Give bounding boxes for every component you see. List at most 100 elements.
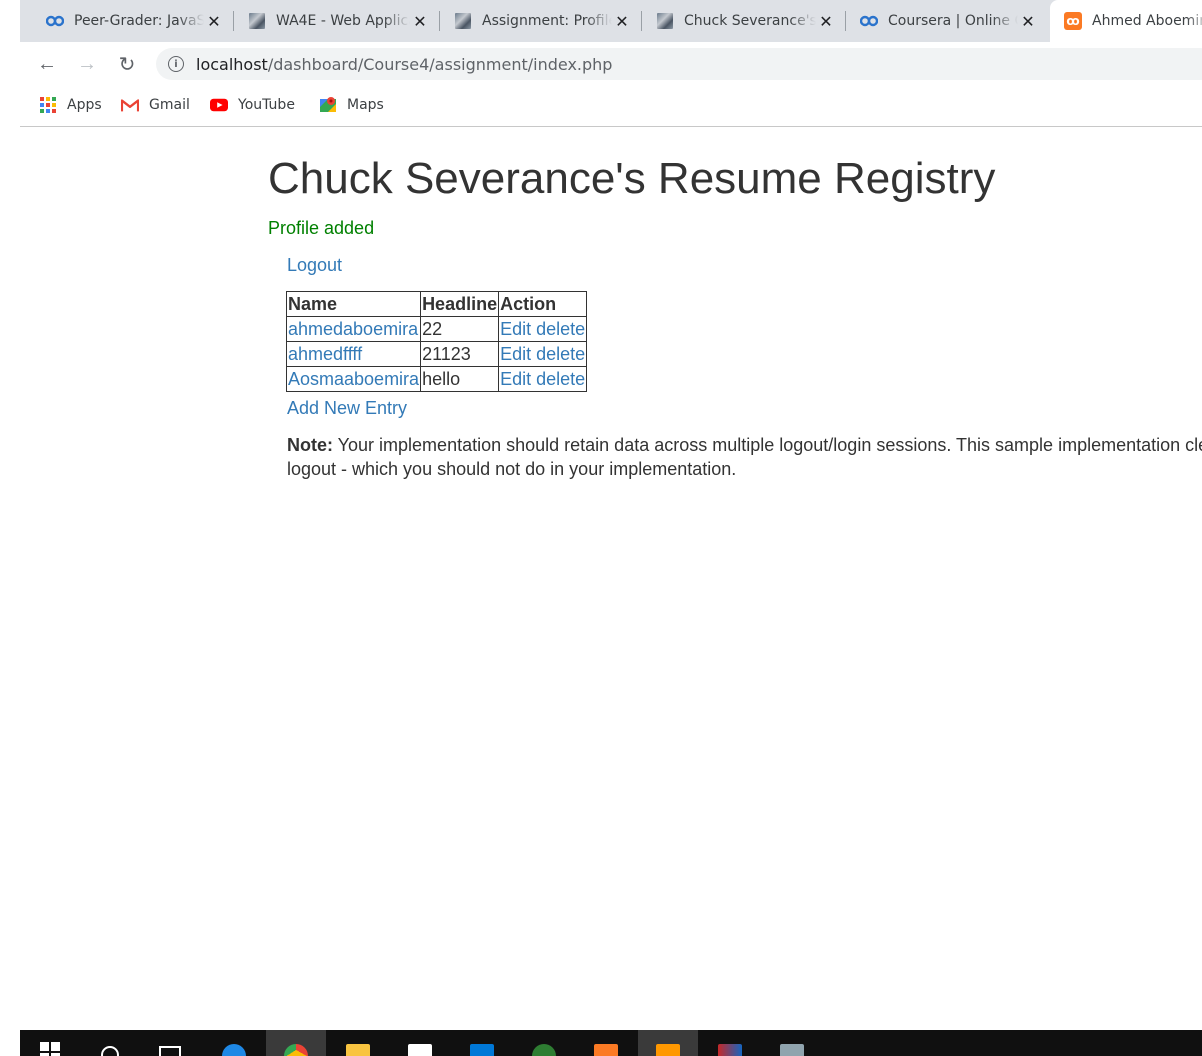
taskbar-edge[interactable] [210,1030,258,1056]
tab-assignment-profiles[interactable]: Assignment: Profiles ✕ [440,0,640,42]
taskbar-store[interactable] [396,1030,444,1056]
table-row: ahmedaboemira 22 Edit delete [285,316,588,342]
app-icon [532,1044,556,1056]
tab-strip: Peer-Grader: JavaScript ✕ WA4E - Web App… [20,0,1202,42]
coursera-icon [860,12,878,30]
task-view-icon [159,1046,181,1056]
arrow-right-icon: → [77,52,97,75]
tab-title: Assignment: Profiles [482,13,612,29]
arrow-left-icon: ← [37,52,57,75]
back-button[interactable]: ← [33,50,61,78]
column-header-name: Name [285,291,422,317]
address-bar[interactable]: i localhost/dashboard/Course4/assignment… [156,48,1202,80]
tab-peer-grader[interactable]: Peer-Grader: JavaScript ✕ [32,0,232,42]
info-icon[interactable]: i [168,56,184,72]
taskbar-mail[interactable] [458,1030,506,1056]
left-margin [0,0,20,1056]
action-cell: Edit delete [498,341,588,367]
taskbar-chrome[interactable] [266,1030,326,1056]
store-icon [408,1044,432,1056]
url-path: /dashboard/Course4/assignment/index.php [267,54,613,74]
bookmark-apps[interactable]: Apps [39,94,102,116]
close-icon[interactable]: ✕ [612,11,632,31]
name-cell: ahmedffff [285,341,422,367]
wa4e-icon [454,12,472,30]
note-paragraph: Note: Your implementation should retain … [287,433,1202,481]
reload-button[interactable]: ↻ [113,50,141,78]
coursera-icon [46,12,64,30]
name-cell: ahmedaboemira [285,316,422,342]
mail-icon [470,1044,494,1056]
flash-message: Profile added [268,218,375,238]
headline-cell: hello [420,366,500,392]
app-icon [780,1044,804,1056]
taskbar-file-explorer[interactable] [334,1030,382,1056]
logout-link[interactable]: Logout [287,254,342,276]
name-cell: Aosmaaboemira [285,366,422,392]
table-row: Aosmaaboemira hello Edit delete [285,366,588,392]
delete-link[interactable]: delete [536,319,585,339]
reload-icon: ↻ [118,53,136,76]
forward-button[interactable]: → [73,50,101,78]
headline-cell: 21123 [420,341,500,367]
tab-title: Peer-Grader: JavaScript [74,13,204,29]
page-title: Chuck Severance's Resume Registry [268,154,996,203]
maps-icon [319,96,337,114]
taskbar-app-3[interactable] [768,1030,816,1056]
taskbar-app-2[interactable] [706,1030,754,1056]
bookmarks-bar: Apps Gmail YouTube Maps [20,88,1202,127]
windows-logo-icon [40,1042,60,1056]
profiles-table: Name Headline Action ahmedaboemira 22 Ed… [285,291,588,392]
search-button[interactable] [90,1030,130,1056]
headline-cell: 22 [420,316,500,342]
taskbar-app[interactable] [520,1030,568,1056]
tab-coursera[interactable]: Coursera | Online Courses ✕ [846,0,1046,42]
bookmark-gmail[interactable]: Gmail [121,94,190,116]
close-icon[interactable]: ✕ [410,11,430,31]
add-new-entry-link[interactable]: Add New Entry [287,397,407,419]
task-view-button[interactable] [150,1030,190,1056]
delete-link[interactable]: delete [536,369,585,389]
url-text: localhost/dashboard/Course4/assignment/i… [196,55,612,74]
close-icon[interactable]: ✕ [816,11,836,31]
profile-link[interactable]: ahmedaboemira [288,319,418,339]
taskbar-xampp[interactable] [582,1030,630,1056]
column-header-action: Action [498,291,588,317]
action-cell: Edit delete [498,316,588,342]
close-icon[interactable]: ✕ [204,11,224,31]
bookmark-label: Gmail [149,97,190,113]
profile-link[interactable]: Aosmaaboemira [288,369,419,389]
delete-link[interactable]: delete [536,344,585,364]
profile-link[interactable]: ahmedffff [288,344,362,364]
wa4e-icon [248,12,266,30]
column-header-headline: Headline [420,291,500,317]
xampp-icon: ꝏ [1064,12,1082,30]
note-text: Your implementation should retain data a… [287,435,1202,479]
start-button[interactable] [26,1030,74,1056]
table-row: ahmedffff 21123 Edit delete [285,341,588,367]
url-host: localhost [196,54,268,74]
windows-taskbar [20,1030,1202,1056]
edit-link[interactable]: Edit [500,319,531,339]
taskbar-sublime[interactable] [638,1030,698,1056]
folder-icon [346,1044,370,1056]
tab-title: Chuck Severance's Resume [684,13,816,29]
app-icon [718,1044,742,1056]
tab-title: Ahmed Aboemira [1092,13,1202,29]
tab-chuck-severance[interactable]: Chuck Severance's Resume ✕ [642,0,844,42]
bookmark-label: Apps [67,97,102,113]
tab-active-ahmed[interactable]: ꝏ Ahmed Aboemira [1050,0,1202,42]
edit-link[interactable]: Edit [500,344,531,364]
tab-title: Coursera | Online Courses [888,13,1018,29]
close-icon[interactable]: ✕ [1018,11,1038,31]
gmail-icon [121,96,139,114]
youtube-icon [210,96,228,114]
action-cell: Edit delete [498,366,588,392]
note-label: Note: [287,435,333,455]
tab-wa4e[interactable]: WA4E - Web Applications ✕ [234,0,438,42]
edit-link[interactable]: Edit [500,369,531,389]
bookmark-youtube[interactable]: YouTube [210,94,295,116]
bookmark-maps[interactable]: Maps [319,94,384,116]
browser-window: Peer-Grader: JavaScript ✕ WA4E - Web App… [20,0,1202,1056]
chrome-icon [284,1044,308,1056]
